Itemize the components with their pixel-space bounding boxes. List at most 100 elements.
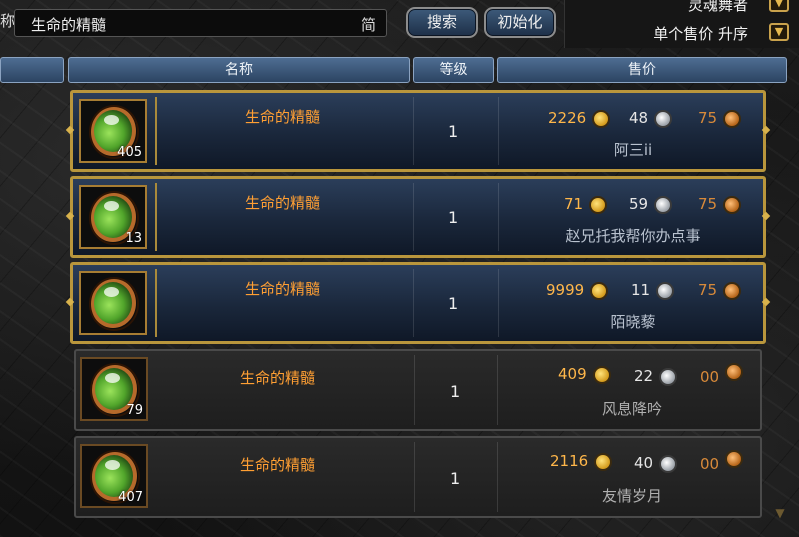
- job-filter-value: 灵魂舞者: [687, 0, 748, 14]
- price-silver: 40: [634, 454, 678, 473]
- price-copper: 00: [700, 362, 744, 387]
- price-gold-value: 9999: [546, 281, 585, 299]
- chevron-down-icon[interactable]: ▼: [769, 23, 789, 41]
- price-copper: 75: [698, 281, 742, 300]
- copper-coin-icon: [725, 362, 744, 381]
- silver-coin-icon: [656, 281, 675, 300]
- seller-name: 友情岁月: [601, 487, 662, 505]
- item-level: 1: [448, 208, 459, 227]
- price-silver: 11: [631, 281, 675, 300]
- price-silver-value: 11: [631, 281, 651, 299]
- price-gold-value: 2226: [548, 109, 587, 127]
- listing-row[interactable]: 生命的精髓 1 9999 11 75 陌晓藜: [70, 262, 766, 344]
- price-copper-value: 75: [698, 281, 718, 299]
- item-name: 生命的精髓: [240, 456, 316, 474]
- divider: [414, 355, 415, 425]
- listing-row[interactable]: 407 生命的精髓 1 2116 40 00 友情岁月: [74, 436, 762, 518]
- life-essence-orb-icon: [89, 277, 139, 331]
- price-silver-value: 40: [634, 454, 654, 472]
- price-gold: 2226: [548, 109, 611, 128]
- divider: [155, 183, 157, 251]
- seller-name: 风息降吟: [601, 400, 662, 418]
- item-level: 1: [450, 469, 461, 488]
- item-level: 1: [450, 382, 461, 401]
- gold-coin-icon: [594, 452, 613, 471]
- price-copper: 75: [698, 195, 742, 214]
- item-slot[interactable]: 13: [79, 185, 147, 249]
- job-filter-dropdown[interactable]: 灵魂舞者 ▼: [565, 0, 799, 16]
- scroll-down-icon[interactable]: ▼: [771, 506, 789, 520]
- search-query[interactable]: 生命的精髓: [31, 14, 106, 35]
- divider: [155, 269, 157, 337]
- sort-value: 单个售价 升序: [653, 25, 748, 43]
- price-silver-value: 48: [629, 109, 649, 127]
- price-gold-value: 409: [558, 365, 587, 383]
- search-label: 称: [0, 12, 16, 30]
- item-name: 生命的精髓: [245, 108, 321, 126]
- chevron-down-icon[interactable]: ▼: [769, 0, 789, 12]
- price-copper: 00: [700, 449, 744, 474]
- column-header-price[interactable]: 售价: [497, 57, 787, 83]
- column-header-level[interactable]: 等级: [413, 57, 494, 83]
- item-quantity: 405: [117, 145, 142, 160]
- item-slot[interactable]: 407: [80, 444, 148, 508]
- header-blank: [0, 57, 64, 83]
- item-slot[interactable]: 79: [80, 357, 148, 421]
- item-name: 生命的精髓: [245, 280, 321, 298]
- price-gold: 9999: [546, 281, 609, 300]
- divider: [414, 442, 415, 512]
- item-level: 1: [448, 294, 459, 313]
- gold-coin-icon: [589, 195, 608, 214]
- seller-name: 赵兄托我帮你办点事: [565, 227, 701, 245]
- copper-coin-icon: [725, 449, 744, 468]
- price-gold: 409: [558, 365, 611, 384]
- seller-name: 陌晓藜: [610, 313, 656, 331]
- filter-panel: 灵魂舞者 ▼ 单个售价 升序 ▼: [564, 0, 799, 48]
- item-level: 1: [448, 122, 459, 141]
- price-gold: 2116: [550, 452, 613, 471]
- item-name: 生命的精髓: [240, 369, 316, 387]
- gold-coin-icon: [592, 365, 611, 384]
- price-gold: 71: [564, 195, 608, 214]
- silver-coin-icon: [659, 367, 678, 386]
- price-silver: 59: [629, 195, 673, 214]
- price-silver-value: 59: [629, 195, 649, 213]
- listing-row[interactable]: 13 生命的精髓 1 71 59 75 赵兄托我帮你办点事: [70, 176, 766, 258]
- search-input[interactable]: 生命的精髓 简: [14, 9, 387, 37]
- seller-name: 阿三ii: [613, 141, 653, 159]
- gold-coin-icon: [590, 281, 609, 300]
- price-copper-value: 00: [700, 368, 720, 386]
- copper-coin-icon: [723, 195, 742, 214]
- listing-row[interactable]: 79 生命的精髓 1 409 22 00 风息降吟: [74, 349, 762, 431]
- silver-coin-icon: [654, 109, 673, 128]
- silver-coin-icon: [654, 195, 673, 214]
- price-silver: 22: [634, 367, 678, 386]
- divider: [155, 97, 157, 165]
- divider: [413, 183, 414, 251]
- price-silver: 48: [629, 109, 673, 128]
- reset-button[interactable]: 初始化: [484, 7, 556, 38]
- price-copper-value: 00: [700, 455, 720, 473]
- item-slot[interactable]: [79, 271, 147, 335]
- item-quantity: 79: [126, 403, 143, 418]
- simplified-chinese-toggle[interactable]: 简: [361, 14, 376, 35]
- gold-coin-icon: [592, 109, 611, 128]
- sort-dropdown[interactable]: 单个售价 升序 ▼: [565, 22, 799, 44]
- copper-coin-icon: [723, 109, 742, 128]
- listing-row[interactable]: 405 生命的精髓 1 2226 48 75 阿三ii: [70, 90, 766, 172]
- price-copper: 75: [698, 109, 742, 128]
- item-slot[interactable]: 405: [79, 99, 147, 163]
- item-name: 生命的精髓: [245, 194, 321, 212]
- divider: [413, 97, 414, 165]
- price-silver-value: 22: [634, 367, 654, 385]
- item-quantity: 13: [125, 231, 142, 246]
- price-gold-value: 71: [564, 195, 584, 213]
- price-copper-value: 75: [698, 195, 718, 213]
- item-quantity: 407: [118, 490, 143, 505]
- divider: [413, 269, 414, 337]
- silver-coin-icon: [659, 454, 678, 473]
- column-header-name[interactable]: 名称: [68, 57, 410, 83]
- price-gold-value: 2116: [550, 452, 589, 470]
- search-button[interactable]: 搜索: [406, 7, 478, 38]
- price-copper-value: 75: [698, 109, 718, 127]
